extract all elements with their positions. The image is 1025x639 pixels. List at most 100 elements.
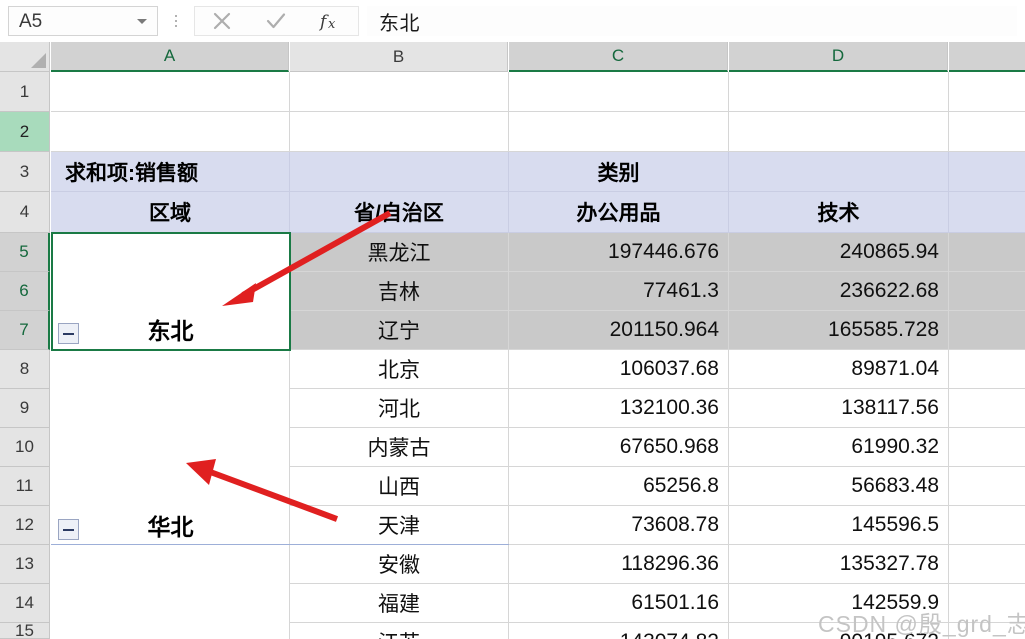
pivot-tech-value-12[interactable]: 145596.5: [729, 506, 949, 545]
pivot-province-cell-10[interactable]: 内蒙古: [290, 428, 509, 467]
row-header-12[interactable]: 12: [0, 506, 50, 545]
pivot-tech-value-13[interactable]: 135327.78: [729, 545, 949, 584]
cell-e5[interactable]: [949, 233, 1025, 272]
column-header-c[interactable]: C: [509, 42, 728, 72]
excel-pivot-table-screen: A5 f x 东北 A B C D 1 2 3 4 5 6 7 8 9 10 1…: [0, 0, 1025, 639]
cell-a2[interactable]: [51, 112, 290, 152]
cell-b2[interactable]: [290, 112, 509, 152]
insert-function-fx-icon[interactable]: f x: [310, 7, 352, 35]
cell-d2[interactable]: [729, 112, 949, 152]
pivot-tech-value-8[interactable]: 89871.04: [729, 350, 949, 389]
row-header-10[interactable]: 10: [0, 428, 50, 467]
row-header-9[interactable]: 9: [0, 389, 50, 428]
pivot-province-cell-14[interactable]: 福建: [290, 584, 509, 623]
pivot-province-cell-11[interactable]: 山西: [290, 467, 509, 506]
svg-text:x: x: [328, 17, 336, 32]
cell-e7[interactable]: [949, 311, 1025, 350]
pivot-group-separator: [51, 544, 509, 545]
pivot-region-cell-next[interactable]: [51, 545, 290, 639]
column-header-a[interactable]: A: [51, 42, 289, 72]
cell-e12[interactable]: [949, 506, 1025, 545]
cell-b1[interactable]: [290, 72, 509, 112]
pivot-e3-blank[interactable]: [949, 152, 1025, 192]
pivot-province-cell-7[interactable]: 辽宁: [290, 311, 509, 350]
cell-c1[interactable]: [509, 72, 729, 112]
pivot-office-value-12[interactable]: 73608.78: [509, 506, 729, 545]
row-header-4[interactable]: 4: [0, 192, 50, 233]
spreadsheet-grid: A B C D 1 2 3 4 5 6 7 8 9 10 11 12 13 14…: [0, 42, 1025, 639]
pivot-province-cell-9[interactable]: 河北: [290, 389, 509, 428]
pivot-b3-blank[interactable]: [290, 152, 509, 192]
cell-d1[interactable]: [729, 72, 949, 112]
row-header-14[interactable]: 14: [0, 584, 50, 623]
cell-c2[interactable]: [509, 112, 729, 152]
cell-e8[interactable]: [949, 350, 1025, 389]
cell-e13[interactable]: [949, 545, 1025, 584]
pivot-e4-blank[interactable]: [949, 192, 1025, 233]
pivot-tech-value-10[interactable]: 61990.32: [729, 428, 949, 467]
pivot-office-value-14[interactable]: 61501.16: [509, 584, 729, 623]
select-all-corner[interactable]: [0, 42, 50, 72]
cell-e1[interactable]: [949, 72, 1025, 112]
cell-e15[interactable]: [949, 623, 1025, 639]
pivot-region-label-dongbei: 东北: [147, 318, 194, 344]
pivot-province-cell-8[interactable]: 北京: [290, 350, 509, 389]
row-header-7[interactable]: 7: [0, 311, 50, 350]
cell-e2[interactable]: [949, 112, 1025, 152]
cell-e14[interactable]: [949, 584, 1025, 623]
cell-e11[interactable]: [949, 467, 1025, 506]
pivot-province-cell-12[interactable]: 天津: [290, 506, 509, 545]
pivot-tech-value-14[interactable]: 142559.9: [729, 584, 949, 623]
pivot-tech-value-11[interactable]: 56683.48: [729, 467, 949, 506]
pivot-tech-value-9[interactable]: 138117.56: [729, 389, 949, 428]
row-header-6[interactable]: 6: [0, 272, 50, 311]
pivot-office-value-13[interactable]: 118296.36: [509, 545, 729, 584]
row-header-2[interactable]: 2: [0, 112, 50, 152]
name-box[interactable]: A5: [8, 6, 158, 36]
row-header-8[interactable]: 8: [0, 350, 50, 389]
column-header-row: A B C D: [0, 42, 1025, 72]
row-header-3[interactable]: 3: [0, 152, 50, 192]
formula-bar-drag-handle[interactable]: [164, 6, 188, 36]
row-header-11[interactable]: 11: [0, 467, 50, 506]
pivot-row-field-1-label[interactable]: 区域: [51, 192, 290, 233]
pivot-province-cell-6[interactable]: 吉林: [290, 272, 509, 311]
row-header-13[interactable]: 13: [0, 545, 50, 584]
pivot-office-value-15[interactable]: 143074.82: [509, 623, 729, 639]
cell-e6[interactable]: [949, 272, 1025, 311]
pivot-tech-value-6[interactable]: 236622.68: [729, 272, 949, 311]
formula-input[interactable]: 东北: [367, 6, 1017, 36]
pivot-office-value-10[interactable]: 67650.968: [509, 428, 729, 467]
pivot-row-field-2-label[interactable]: 省/自治区: [290, 192, 509, 233]
pivot-province-cell-15[interactable]: 江苏: [290, 623, 509, 639]
cell-e9[interactable]: [949, 389, 1025, 428]
column-header-e[interactable]: [949, 42, 1025, 72]
formula-bar: A5 f x 东北: [0, 0, 1025, 42]
cell-e10[interactable]: [949, 428, 1025, 467]
column-header-b[interactable]: B: [290, 42, 508, 72]
pivot-column-field-label[interactable]: 类别: [509, 152, 729, 192]
row-header-5[interactable]: 5: [0, 233, 50, 272]
pivot-office-value-6[interactable]: 77461.3: [509, 272, 729, 311]
pivot-column-header-office[interactable]: 办公用品: [509, 192, 729, 233]
pivot-d3-blank[interactable]: [729, 152, 949, 192]
pivot-office-value-5[interactable]: 197446.676: [509, 233, 729, 272]
cancel-icon[interactable]: [201, 7, 243, 35]
chevron-down-icon[interactable]: [137, 18, 147, 24]
column-header-d[interactable]: D: [729, 42, 948, 72]
confirm-check-icon[interactable]: [255, 7, 297, 35]
pivot-province-cell-13[interactable]: 安徽: [290, 545, 509, 584]
pivot-office-value-8[interactable]: 106037.68: [509, 350, 729, 389]
pivot-column-header-tech[interactable]: 技术: [729, 192, 949, 233]
pivot-tech-value-7[interactable]: 165585.728: [729, 311, 949, 350]
pivot-province-cell-5[interactable]: 黑龙江: [290, 233, 509, 272]
row-header-1[interactable]: 1: [0, 72, 50, 112]
row-header-15[interactable]: 15: [0, 621, 50, 639]
pivot-office-value-7[interactable]: 201150.964: [509, 311, 729, 350]
cell-a1[interactable]: [51, 72, 290, 112]
pivot-office-value-11[interactable]: 65256.8: [509, 467, 729, 506]
pivot-office-value-9[interactable]: 132100.36: [509, 389, 729, 428]
pivot-tech-value-5[interactable]: 240865.94: [729, 233, 949, 272]
pivot-value-field-label[interactable]: 求和项:销售额: [51, 152, 290, 192]
pivot-tech-value-15[interactable]: 90195.672: [729, 623, 949, 639]
